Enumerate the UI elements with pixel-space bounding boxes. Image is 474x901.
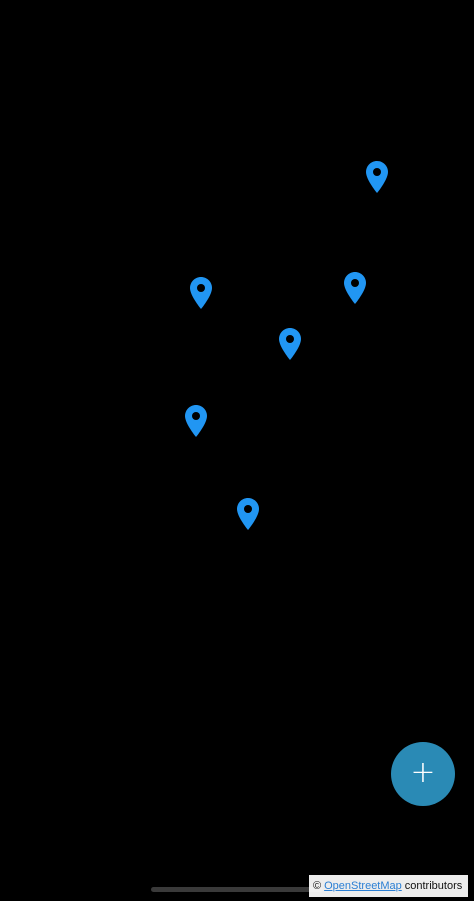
add-location-button[interactable]: + [391, 742, 455, 806]
map-pin-icon[interactable] [237, 498, 259, 530]
map-pin-icon[interactable] [366, 161, 388, 193]
map-attribution: © OpenStreetMap contributors [309, 875, 468, 897]
attribution-suffix: contributors [404, 880, 463, 892]
openstreetmap-link[interactable]: OpenStreetMap [324, 880, 402, 892]
plus-icon: + [410, 755, 436, 790]
map-pin-icon[interactable] [185, 405, 207, 437]
map-pin-icon[interactable] [190, 277, 212, 309]
copyright-symbol: © [313, 880, 322, 892]
home-indicator[interactable] [151, 887, 323, 892]
map-pin-icon[interactable] [279, 328, 301, 360]
map-pin-icon[interactable] [344, 272, 366, 304]
